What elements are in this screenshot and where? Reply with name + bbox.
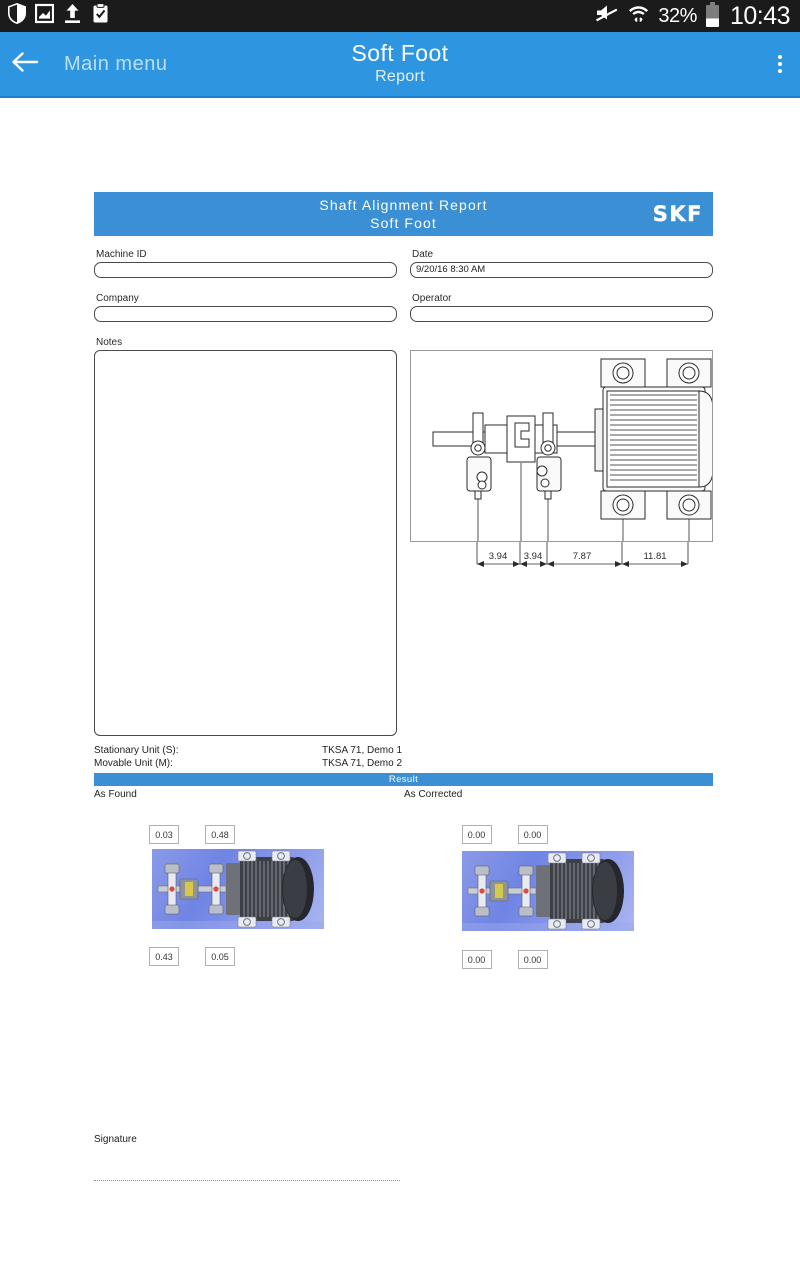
company-label: Company [96, 293, 139, 304]
as-corrected-block: 0.00 0.00 0.00 0.00 [404, 825, 714, 985]
notes-label: Notes [96, 337, 123, 348]
back-button[interactable] [0, 32, 52, 96]
as-found-top-right-value: 0.48 [205, 825, 235, 844]
report-fields: Machine ID Date 9/20/16 8:30 AM Company … [94, 248, 713, 322]
movable-unit-label: Movable Unit (M): [94, 758, 173, 769]
stationary-unit-label: Stationary Unit (S): [94, 745, 179, 756]
stationary-unit-row: Stationary Unit (S): TKSA 71, Demo 1 [94, 744, 713, 757]
gallery-icon [34, 3, 55, 29]
as-found-bottom-right-value: 0.05 [205, 947, 235, 966]
report-page: Shaft Alignment Report Soft Foot SKF Mac… [0, 98, 800, 1280]
result-section-header: Result [94, 773, 713, 786]
back-arrow-icon [10, 50, 42, 79]
machine-id-label: Machine ID [96, 249, 147, 260]
as-found-block: 0.03 0.48 0.43 0.05 [94, 825, 404, 985]
signature-label: Signature [94, 1134, 137, 1145]
app-bar: Main menu Soft Foot Report [0, 32, 800, 96]
overflow-menu-icon[interactable] [778, 32, 782, 96]
unit-info: Stationary Unit (S): TKSA 71, Demo 1 Mov… [94, 744, 713, 770]
report-document: Shaft Alignment Report Soft Foot SKF Mac… [94, 192, 713, 985]
result-blocks: 0.03 0.48 0.43 0.05 0.00 0.00 0.00 0.00 [94, 825, 713, 985]
company-input[interactable] [94, 306, 397, 322]
as-corrected-machine-image [461, 851, 634, 931]
shield-icon [8, 3, 26, 29]
as-corrected-label: As Corrected [404, 789, 463, 800]
as-corrected-top-left-value: 0.00 [461, 825, 492, 844]
wifi-data-icon [628, 3, 649, 29]
diagram-dimensions: 3.94 3.94 7.87 11.81 [410, 542, 713, 570]
machine-id-input[interactable] [94, 262, 397, 278]
main-menu-link[interactable]: Main menu [64, 53, 167, 76]
stationary-unit-value: TKSA 71, Demo 1 [322, 745, 403, 756]
as-found-bottom-left-value: 0.43 [149, 947, 179, 966]
operator-input[interactable] [410, 306, 713, 322]
machine-layout-diagram [410, 350, 713, 542]
as-corrected-bottom-right-value: 0.00 [517, 950, 548, 969]
status-clock: 10:43 [729, 1, 791, 30]
as-corrected-bottom-left-value: 0.00 [461, 950, 492, 969]
report-header-band: Shaft Alignment Report Soft Foot SKF [94, 192, 713, 236]
signature-line[interactable] [94, 1180, 400, 1181]
notes-and-diagram-row: Notes 3.94 3.94 7.87 11.81 [94, 336, 713, 736]
dimension-4: 11.81 [643, 551, 666, 562]
skf-logo: SKF [652, 202, 703, 226]
report-subtitle: Soft Foot [370, 215, 437, 231]
battery-percent-label: 32% [658, 4, 697, 27]
battery-icon [705, 2, 719, 27]
report-title: Shaft Alignment Report [319, 197, 488, 213]
result-column-headers: As Found As Corrected [94, 789, 713, 800]
notes-input[interactable] [94, 350, 397, 736]
operator-label: Operator [412, 293, 452, 304]
mute-icon [595, 3, 619, 29]
dimension-3: 7.87 [573, 551, 592, 562]
clipboard-check-icon [91, 3, 110, 29]
as-found-label: As Found [94, 789, 137, 800]
as-found-machine-image [152, 849, 324, 929]
movable-unit-value: TKSA 71, Demo 2 [322, 758, 403, 769]
as-corrected-top-right-value: 0.00 [517, 825, 548, 844]
dimension-2: 3.94 [524, 551, 543, 562]
date-label: Date [412, 249, 434, 260]
movable-unit-row: Movable Unit (M): TKSA 71, Demo 2 [94, 757, 713, 770]
date-input[interactable]: 9/20/16 8:30 AM [410, 262, 713, 278]
upload-icon [63, 3, 82, 29]
as-found-top-left-value: 0.03 [149, 825, 179, 844]
android-status-bar: 32% 10:43 [0, 0, 800, 32]
dimension-1: 3.94 [489, 551, 508, 562]
